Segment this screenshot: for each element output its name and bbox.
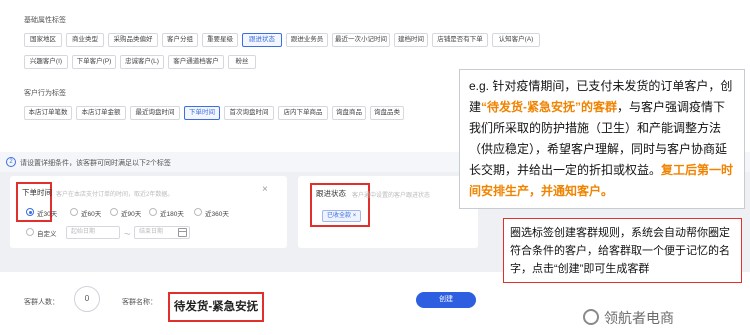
watermark-logo-icon: [583, 309, 599, 325]
tag-chip[interactable]: 跟进业务员: [286, 33, 328, 47]
tag-chip[interactable]: 国家地区: [24, 33, 62, 47]
count-value: 0: [74, 286, 100, 312]
radio-180d[interactable]: [149, 208, 157, 216]
radio-60d[interactable]: [70, 208, 78, 216]
tag-chip[interactable]: 忠诚客户(L): [120, 55, 164, 69]
close-icon[interactable]: ×: [262, 184, 268, 195]
tag-chip[interactable]: 客户分组: [162, 33, 198, 47]
start-date-input[interactable]: 起始日期: [66, 226, 120, 239]
radio-label: 近60天: [81, 211, 102, 218]
tag-chip[interactable]: 重要星级: [202, 33, 238, 47]
tag-chip[interactable]: 粉丝: [228, 55, 256, 69]
tag-chip[interactable]: 客户通道档客户: [168, 55, 224, 69]
order-time-description: 客户在本店支付订单的时间，取近2年数据。: [56, 192, 174, 198]
follow-status-title: 跟进状态: [316, 189, 346, 198]
tag-chip[interactable]: 商业类型: [66, 33, 104, 47]
behavior-tags-title: 客户行为标签: [24, 90, 66, 97]
radio-label: 近90天: [121, 211, 142, 218]
basic-tags-title: 基础属性标签: [24, 17, 66, 24]
radio-30d[interactable]: [26, 208, 34, 216]
follow-status-description: 客户通中设置的客户跟进状态: [352, 193, 431, 199]
tag-chip[interactable]: 首次询盘时间: [224, 106, 274, 120]
tag-chip[interactable]: 询盘商品: [332, 106, 366, 120]
tag-chip[interactable]: 认知客户(A): [492, 33, 540, 47]
tag-chip[interactable]: 采购品类偏好: [108, 33, 158, 47]
calendar-icon[interactable]: [178, 228, 187, 237]
step-number: 2: [6, 157, 16, 167]
count-label: 客群人数：: [24, 299, 59, 306]
selected-status-tag[interactable]: 已收全款 ×: [322, 210, 362, 222]
radio-label: 近360天: [205, 211, 229, 218]
name-label: 客群名称：: [122, 299, 157, 306]
tag-chip[interactable]: 建档时间: [394, 33, 428, 47]
tag-chip[interactable]: 询盘品类: [370, 106, 404, 120]
tag-chip-selected[interactable]: 跟进状态: [242, 33, 282, 47]
tag-chip-selected[interactable]: 下单时间: [184, 106, 220, 120]
step2-instruction: 请设置详细条件，该客群可同时满足以下2个标签: [20, 160, 171, 167]
date-range-separator: ～: [124, 231, 131, 238]
group-name-input[interactable]: 待发货-紧急安抚: [168, 292, 264, 322]
status-tag-label: 已收全款: [327, 213, 352, 219]
radio-90d[interactable]: [110, 208, 118, 216]
radio-label: 近180天: [160, 211, 184, 218]
tag-chip[interactable]: 店内下单商品: [278, 106, 328, 120]
remove-tag-icon[interactable]: ×: [353, 213, 357, 219]
tag-chip[interactable]: 最近询盘时间: [130, 106, 180, 120]
radio-custom[interactable]: [26, 228, 34, 236]
order-time-title: 下单时间: [22, 188, 52, 197]
radio-360d[interactable]: [194, 208, 202, 216]
tag-chip[interactable]: 兴趣客户(I): [24, 55, 68, 69]
annotation-callout-example: e.g. 针对疫情期间，已支付未发货的订单客户，创建“待发货-紧急安抚”的客群，…: [459, 69, 745, 209]
radio-label: 自定义: [37, 231, 57, 238]
tag-chip[interactable]: 本店订单金额: [76, 106, 126, 120]
tag-chip[interactable]: 店铺是否有下单: [432, 33, 488, 47]
tag-chip[interactable]: 本店订单笔数: [24, 106, 72, 120]
callout-highlight: “待发货-紧急安抚”的客群: [481, 100, 618, 114]
annotation-callout-instruction: 圈选标签创建客群规则，系统会自动帮你圈定符合条件的客户，给客群取一个便于记忆的名…: [503, 218, 742, 283]
tag-chip[interactable]: 最近一次小记时间: [332, 33, 390, 47]
radio-label: 近30天: [37, 211, 58, 218]
tag-chip[interactable]: 下单客户(P): [72, 55, 116, 69]
create-button[interactable]: 创建: [416, 292, 476, 308]
watermark: 领航者电商: [604, 310, 674, 326]
